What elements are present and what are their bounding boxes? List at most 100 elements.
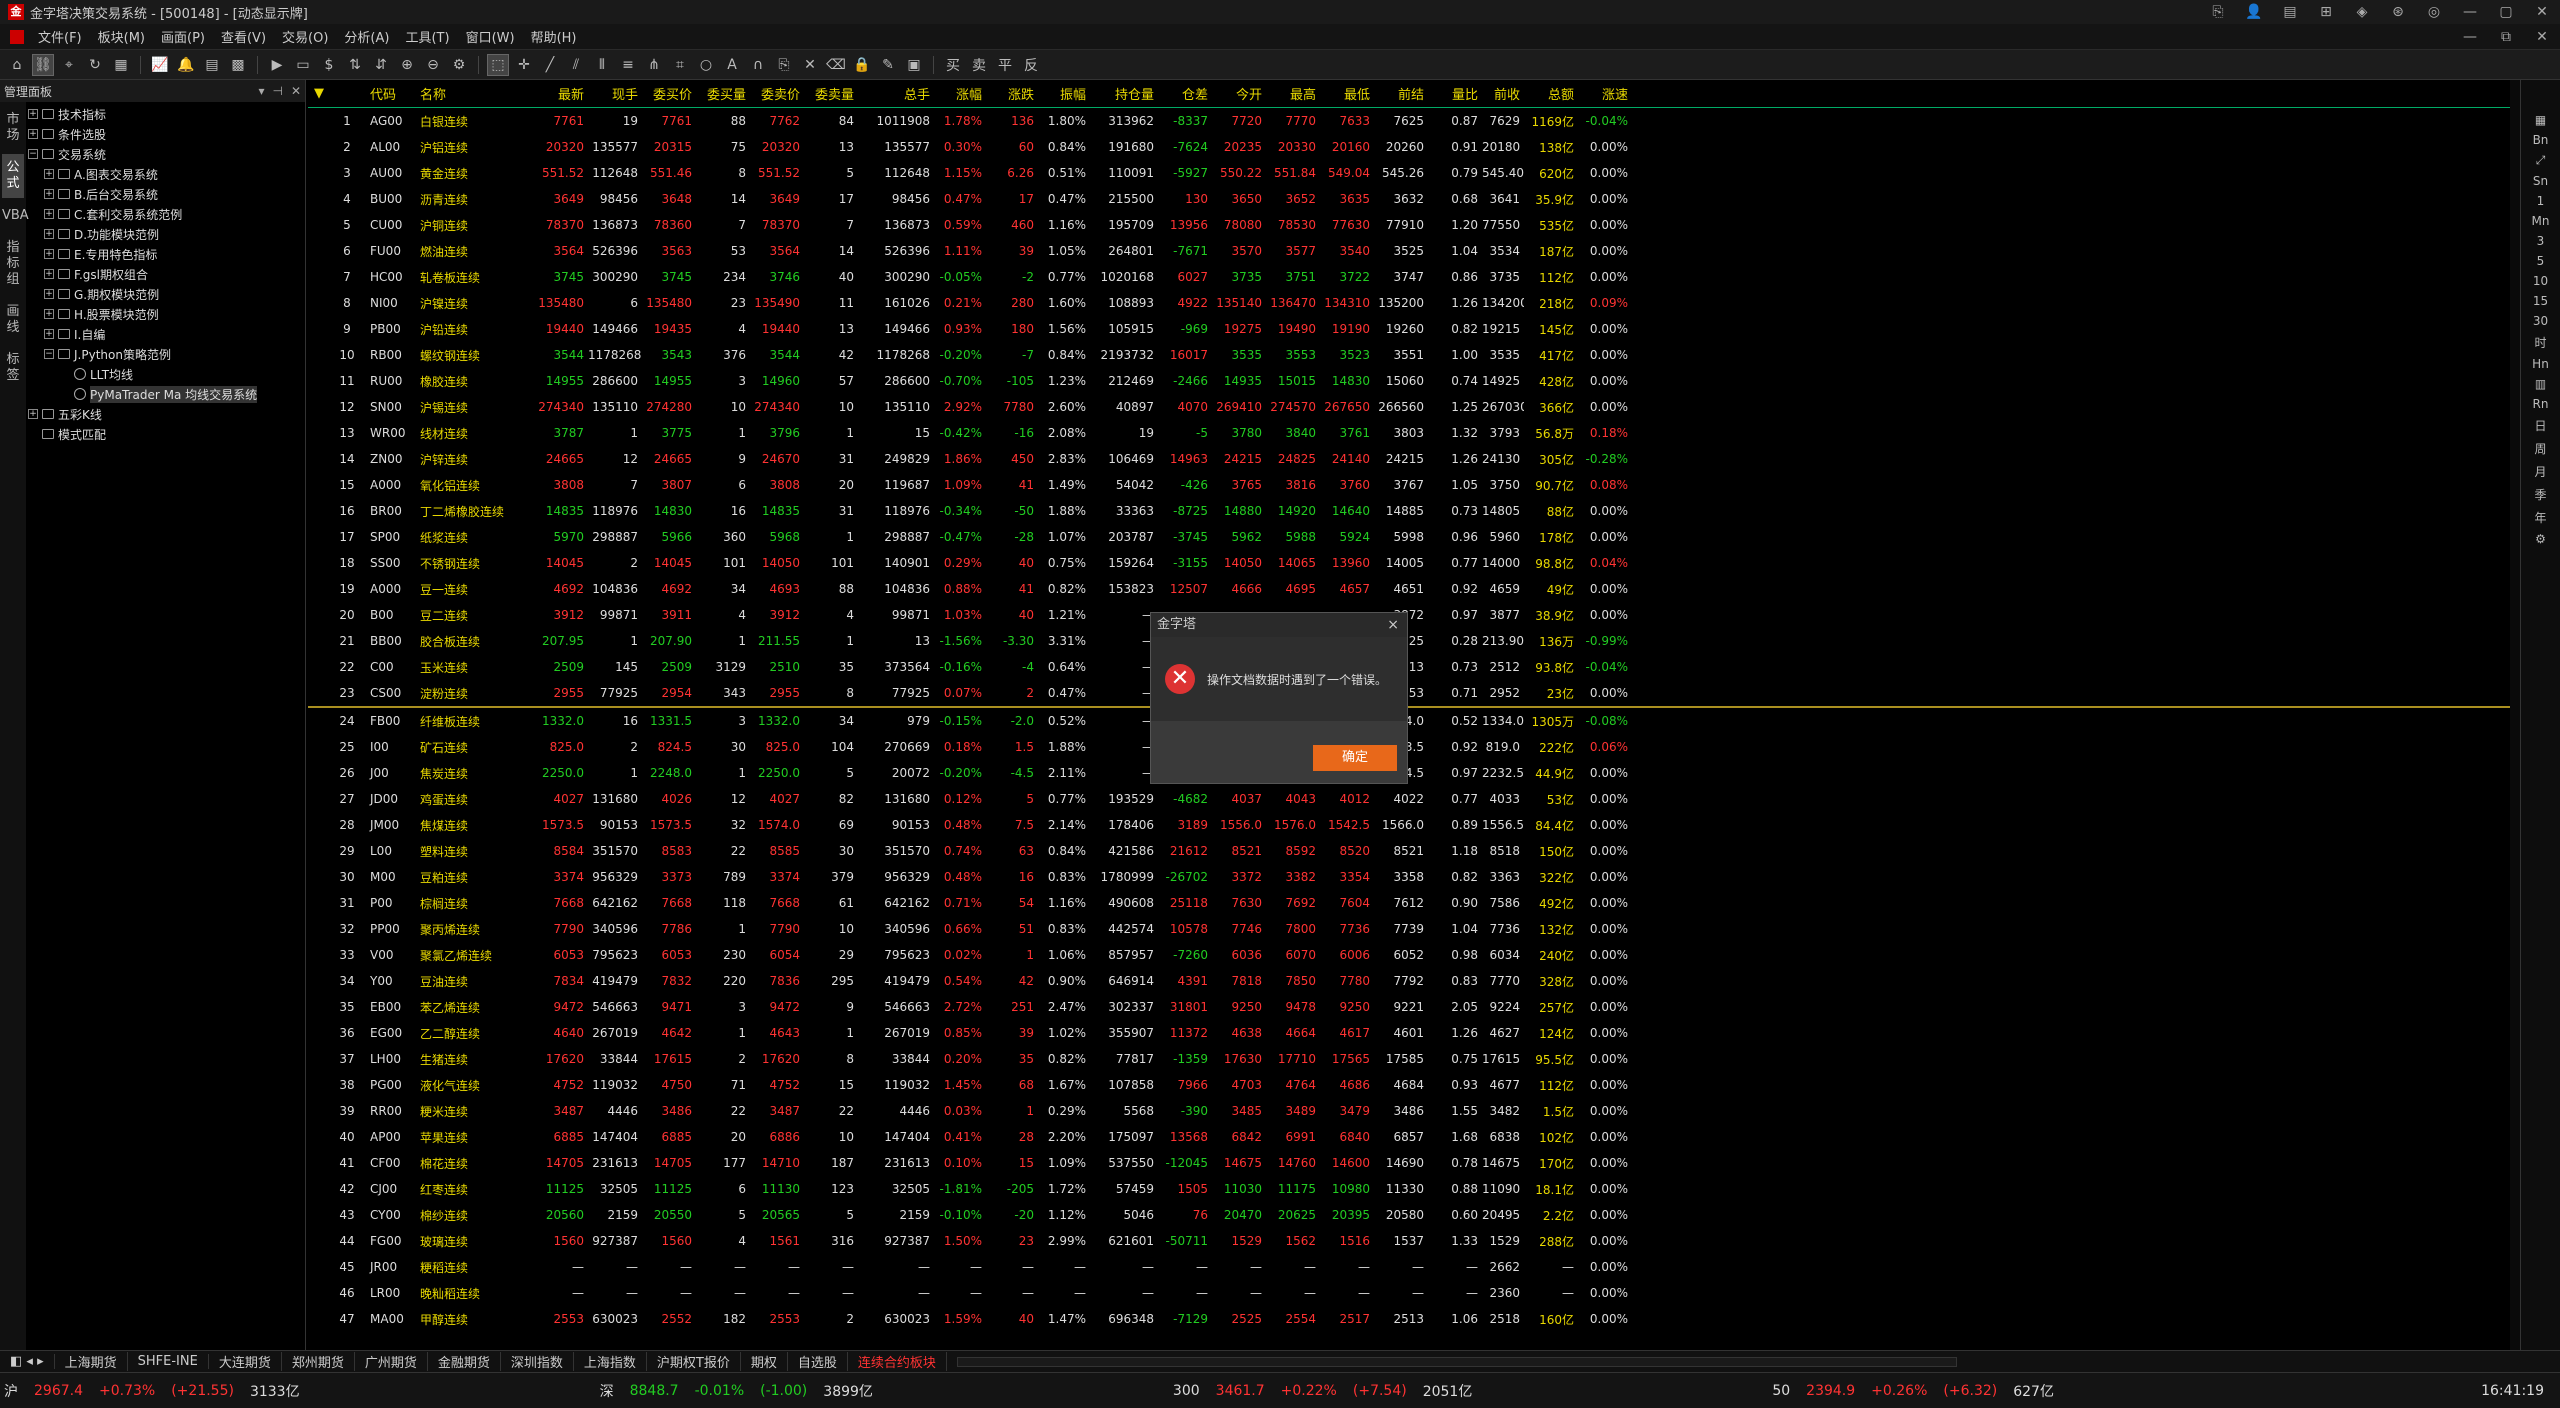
contract-code[interactable]: NI00 <box>364 296 416 310</box>
expand-icon[interactable]: + <box>28 129 38 139</box>
contract-name[interactable]: 氧化铝连续 <box>416 477 534 494</box>
row-index[interactable]: 43 <box>334 1208 364 1222</box>
contract-code[interactable]: I00 <box>364 740 416 754</box>
eraser-icon[interactable]: ⌫ <box>825 54 847 76</box>
contract-code[interactable]: EB00 <box>364 1000 416 1014</box>
market-tab-9[interactable]: 期权 <box>741 1352 788 1371</box>
row-index[interactable]: 3 <box>334 166 364 180</box>
contract-name[interactable]: 塑料连续 <box>416 843 534 860</box>
contract-name[interactable]: 沪铝连续 <box>416 139 534 156</box>
menu-help[interactable]: 帮助(H) <box>523 27 585 46</box>
table-row[interactable]: 7 HC00 轧卷板连续 3745 300290 3745 234 3746 40 300290-… <box>308 264 2518 290</box>
table-row[interactable]: 3 AU00 黄金连续 551.52 112648 551.46 8 551.52 5 11264… <box>308 160 2518 186</box>
column-header[interactable]: 总额 <box>1524 84 1578 103</box>
column-header[interactable]: 今开 <box>1212 84 1266 103</box>
zoom-out-icon[interactable]: ⊖ <box>422 54 444 76</box>
tree-item[interactable]: + 条件选股 <box>28 124 304 144</box>
market-tab-8[interactable]: 沪期权T报价 <box>647 1352 741 1371</box>
expand-icon[interactable]: + <box>44 289 54 299</box>
market-tab-10[interactable]: 自选股 <box>788 1352 848 1371</box>
contract-code[interactable]: AP00 <box>364 1130 416 1144</box>
contract-name[interactable]: 纸浆连续 <box>416 529 534 546</box>
row-index[interactable]: 6 <box>334 244 364 258</box>
table-row[interactable]: 46 LR00 晚籼稻连续 — — — — — — — — — — — — — — — — — 2360 — 0.00% <box>308 1280 2518 1306</box>
row-index[interactable]: 46 <box>334 1286 364 1300</box>
buy-button[interactable]: 买 <box>942 55 964 75</box>
contract-code[interactable]: V00 <box>364 948 416 962</box>
screenshot-icon[interactable]: ⎘ <box>2200 4 2236 20</box>
column-header[interactable]: 涨幅 <box>934 84 986 103</box>
play-icon[interactable]: ▶ <box>266 54 288 76</box>
period-button-9[interactable]: 15 <box>2533 294 2548 308</box>
column-header[interactable]: 涨跌 <box>986 84 1038 103</box>
contract-name[interactable]: 鸡蛋连续 <box>416 791 534 808</box>
tree-item[interactable]: + H.股票模块范例 <box>28 304 304 324</box>
contract-code[interactable]: SP00 <box>364 530 416 544</box>
contract-name[interactable]: 豆二连续 <box>416 607 534 624</box>
contract-code[interactable]: A000 <box>364 582 416 596</box>
copy-icon[interactable]: ⎘ <box>773 54 795 76</box>
row-index[interactable]: 14 <box>334 452 364 466</box>
menu-view[interactable]: 查看(V) <box>213 27 274 46</box>
period-button-17[interactable]: 月 <box>2534 463 2546 480</box>
contract-name[interactable]: 豆油连续 <box>416 973 534 990</box>
column-header[interactable]: 量比 <box>1428 84 1482 103</box>
row-index[interactable]: 45 <box>334 1260 364 1274</box>
magnet-icon[interactable]: ∩ <box>747 54 769 76</box>
contract-code[interactable]: AG00 <box>364 114 416 128</box>
tree-item[interactable]: + 技术指标 <box>28 104 304 124</box>
column-header[interactable]: 名称 <box>416 84 534 103</box>
period-button-13[interactable]: ▥ <box>2535 377 2546 391</box>
table-row[interactable]: 5 CU00 沪铜连续 78370 136873 78360 7 78370 7 136873 0.… <box>308 212 2518 238</box>
row-index[interactable]: 35 <box>334 1000 364 1014</box>
panel-tab-0[interactable]: 市场 <box>2 106 24 150</box>
contract-code[interactable]: P00 <box>364 896 416 910</box>
panel-tab-5[interactable]: 标签 <box>2 346 24 390</box>
column-header[interactable]: 总手 <box>858 84 934 103</box>
table-row[interactable]: 39 RR00 粳米连续 3487 4446 3486 22 3487 22 4446 0.03% 1… <box>308 1098 2518 1124</box>
tree-item[interactable]: + B.后台交易系统 <box>28 184 304 204</box>
row-index[interactable]: 40 <box>334 1130 364 1144</box>
mdi-restore-button[interactable]: ⧉ <box>2488 29 2524 45</box>
sort-alt-icon[interactable]: ⇵ <box>370 54 392 76</box>
table-row[interactable]: 22 C00 玉米连续 2509 145 2509 3129 2510 35 373564 -0.1… <box>308 654 2518 680</box>
period-button-19[interactable]: 年 <box>2534 509 2546 526</box>
contract-name[interactable]: 螺纹钢连续 <box>416 347 534 364</box>
horizontal-scrollbar[interactable] <box>956 1356 1957 1367</box>
contract-name[interactable]: 焦炭连续 <box>416 765 534 782</box>
period-button-15[interactable]: 日 <box>2534 417 2546 434</box>
pen-icon[interactable]: ✎ <box>877 54 899 76</box>
tree-item[interactable]: + 五彩K线 <box>28 404 304 424</box>
column-header[interactable]: 持仓量 <box>1090 84 1158 103</box>
contract-name[interactable]: 聚氯乙烯连续 <box>416 947 534 964</box>
chart-icon[interactable]: 📈 <box>149 54 171 76</box>
row-index[interactable]: 21 <box>334 634 364 648</box>
row-index[interactable]: 9 <box>334 322 364 336</box>
vertical-scrollbar[interactable] <box>2510 80 2520 1350</box>
tree-item[interactable]: + E.专用特色指标 <box>28 244 304 264</box>
dialog-ok-button[interactable]: 确定 <box>1313 745 1397 771</box>
row-index[interactable]: 25 <box>334 740 364 754</box>
contract-name[interactable]: 甲醇连续 <box>416 1311 534 1328</box>
mdi-close-button[interactable]: ✕ <box>2524 29 2560 45</box>
tree-item[interactable]: + G.期权模块范例 <box>28 284 304 304</box>
contract-code[interactable]: Y00 <box>364 974 416 988</box>
table-row[interactable]: 8 NI00 沪镍连续 135480 6 135480 23 135490 11 161026 0.… <box>308 290 2518 316</box>
contract-code[interactable]: A000 <box>364 478 416 492</box>
column-header[interactable]: 代码 <box>364 84 416 103</box>
contract-code[interactable]: RU00 <box>364 374 416 388</box>
contract-code[interactable]: BU00 <box>364 192 416 206</box>
table-row[interactable]: 41 CF00 棉花连续 14705 231613 14705 177 14710 187 231… <box>308 1150 2518 1176</box>
contract-name[interactable]: 沪铅连续 <box>416 321 534 338</box>
row-index[interactable]: 8 <box>334 296 364 310</box>
contract-name[interactable]: 矿石连续 <box>416 739 534 756</box>
contract-code[interactable]: BR00 <box>364 504 416 518</box>
column-header[interactable]: 最高 <box>1266 84 1320 103</box>
contract-code[interactable]: HC00 <box>364 270 416 284</box>
cross-cursor-icon[interactable]: ✛ <box>513 54 535 76</box>
table-row[interactable]: 33 V00 聚氯乙烯连续 6053 795623 6053 230 6054 29 795623… <box>308 942 2518 968</box>
contract-name[interactable]: 粳稻连续 <box>416 1259 534 1276</box>
contract-name[interactable]: 丁二烯橡胶连续 <box>416 503 534 520</box>
menu-block[interactable]: 板块(M) <box>90 27 153 46</box>
contract-code[interactable]: AL00 <box>364 140 416 154</box>
